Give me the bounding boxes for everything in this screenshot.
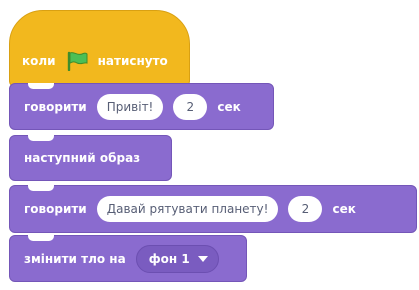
say-label: говорити bbox=[24, 202, 87, 216]
say-label: говорити bbox=[24, 99, 87, 114]
say-message-input[interactable]: Привіт! bbox=[96, 93, 164, 120]
hat-label-clicked: натиснуто bbox=[97, 53, 168, 68]
block-notch bbox=[28, 235, 54, 241]
backdrop-dropdown[interactable]: фон 1 bbox=[135, 244, 219, 273]
say-seconds-input[interactable]: 2 bbox=[288, 196, 323, 222]
seconds-unit-label: сек bbox=[332, 202, 356, 216]
switch-backdrop-label: змінити тло на bbox=[24, 251, 126, 266]
when-flag-clicked-block[interactable]: коли натиснуто bbox=[9, 10, 190, 87]
block-notch bbox=[28, 185, 54, 191]
chevron-down-icon bbox=[197, 255, 208, 262]
say-message-input[interactable]: Давай рятувати планету! bbox=[96, 196, 279, 222]
backdrop-dropdown-value: фон 1 bbox=[148, 251, 190, 266]
say-for-secs-block-2[interactable]: говорити Давай рятувати планету! 2 сек bbox=[9, 185, 417, 233]
switch-backdrop-block[interactable]: змінити тло на фон 1 bbox=[9, 235, 247, 282]
next-costume-block[interactable]: наступний образ bbox=[9, 135, 172, 181]
seconds-unit-label: сек bbox=[217, 99, 241, 114]
hat-label-when: коли bbox=[22, 53, 56, 68]
next-costume-label: наступний образ bbox=[24, 151, 141, 165]
green-flag-icon bbox=[66, 51, 88, 71]
say-for-secs-block-1[interactable]: говорити Привіт! 2 сек bbox=[9, 83, 274, 130]
say-seconds-input[interactable]: 2 bbox=[173, 93, 208, 120]
block-notch bbox=[28, 83, 54, 89]
block-notch bbox=[28, 135, 54, 141]
